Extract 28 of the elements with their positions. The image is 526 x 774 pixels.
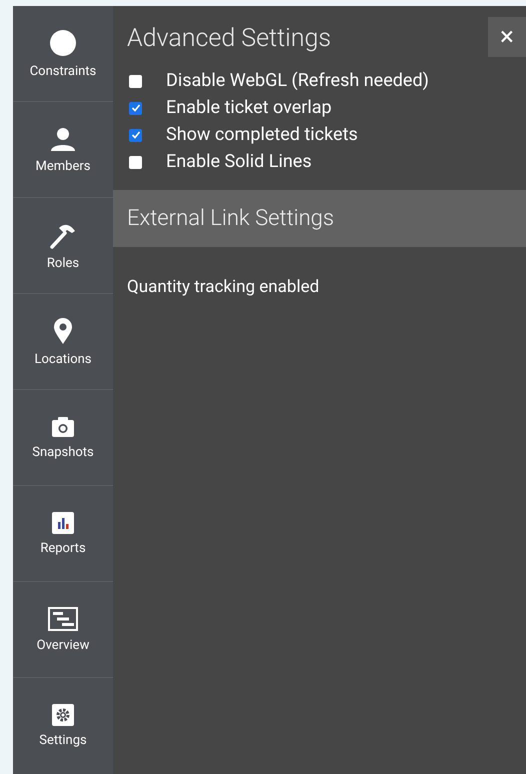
option-label: Enable Solid Lines: [166, 153, 312, 171]
checkbox[interactable]: [129, 128, 142, 142]
sidebar-label: Constraints: [30, 65, 96, 78]
sidebar-label: Reports: [40, 542, 86, 555]
section-header[interactable]: External Link Settings: [113, 190, 526, 246]
option-label: Enable ticket overlap: [166, 99, 332, 117]
sidebar-label: Settings: [39, 734, 87, 748]
sidebar-label: Roles: [46, 257, 80, 270]
sidebar-label: Snapshots: [32, 446, 94, 459]
option-label: Disable WebGL (Refresh needed): [166, 72, 429, 90]
camera-icon: [51, 416, 75, 438]
sidebar-label: Locations: [34, 353, 92, 366]
panel-title: Advanced Settings: [127, 23, 332, 55]
checkbox[interactable]: [129, 74, 142, 88]
settings-icon: [52, 704, 74, 726]
sidebar-label: Members: [36, 160, 90, 173]
sidebar-item[interactable]: Settings: [13, 678, 113, 774]
circle-icon: [49, 29, 77, 57]
close-button[interactable]: ×: [488, 17, 526, 57]
location-pin-icon: [53, 317, 73, 345]
option-label: Show completed tickets: [166, 126, 358, 144]
sidebar-label: Overview: [36, 639, 90, 652]
checkbox[interactable]: [129, 156, 142, 168]
person-icon: [50, 126, 76, 152]
checkbox[interactable]: [129, 102, 142, 114]
bar-chart-icon: [52, 512, 74, 534]
gantt-icon: [48, 607, 78, 631]
status-text: Quantity tracking enabled: [126, 276, 320, 298]
